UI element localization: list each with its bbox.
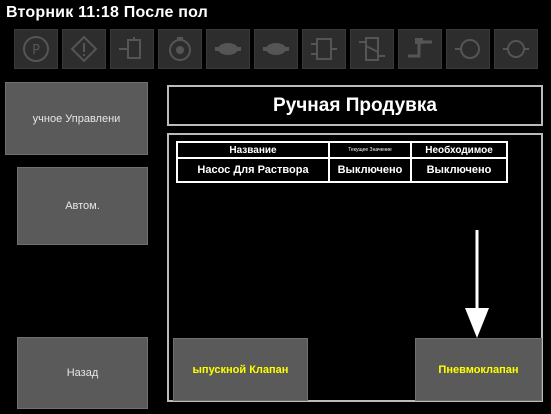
cell-required: Выключено — [410, 157, 508, 183]
manual-control-button[interactable]: учное Управлени — [5, 82, 148, 155]
cell-current: Выключено — [328, 157, 412, 183]
table-row: Насос Для Раствора Выключено Выключено — [176, 157, 508, 183]
exhaust-valve-button[interactable]: ыпускной Клапан — [173, 338, 308, 401]
column-header-name: Название — [176, 141, 330, 159]
back-label: Назад — [66, 367, 99, 379]
motor2-icon[interactable] — [254, 29, 298, 69]
pipe-icon[interactable] — [398, 29, 442, 69]
exhaust-valve-label: ыпускной Клапан — [192, 363, 289, 376]
manual-control-label: учное Управлени — [32, 112, 121, 125]
parking-icon[interactable]: P — [14, 29, 58, 69]
motor-icon[interactable] — [206, 29, 250, 69]
down-arrow-icon — [465, 230, 489, 338]
cell-name: Насос Для Раствора — [176, 157, 330, 183]
pneumo-valve-button[interactable]: Пневмоклапан — [415, 338, 542, 401]
warning-icon[interactable] — [62, 29, 106, 69]
status-bar: Вторник 11:18 После пол — [0, 0, 551, 26]
status-table: Название Текущее Значение Необходимое На… — [176, 141, 508, 183]
manifold-icon[interactable] — [302, 29, 346, 69]
status-text: Вторник 11:18 После пол — [6, 4, 209, 21]
auto-label: Автом. — [65, 200, 100, 212]
page-title-text: Ручная Продувка — [273, 94, 437, 116]
pump-icon[interactable] — [158, 29, 202, 69]
tank-icon[interactable] — [446, 29, 490, 69]
back-button[interactable]: Назад — [17, 337, 148, 409]
filter-icon[interactable] — [350, 29, 394, 69]
pneumo-valve-label: Пневмоклапан — [438, 363, 519, 376]
page-title: Ручная Продувка — [167, 85, 543, 126]
column-header-required: Необходимое — [410, 141, 508, 159]
svg-text:P: P — [32, 43, 40, 58]
table-header-row: Название Текущее Значение Необходимое — [176, 141, 508, 159]
valve-icon[interactable] — [110, 29, 154, 69]
valve2-icon[interactable] — [494, 29, 538, 69]
icon-toolbar: P — [14, 29, 551, 69]
column-header-current: Текущее Значение — [328, 141, 412, 159]
auto-button[interactable]: Автом. — [17, 167, 148, 245]
